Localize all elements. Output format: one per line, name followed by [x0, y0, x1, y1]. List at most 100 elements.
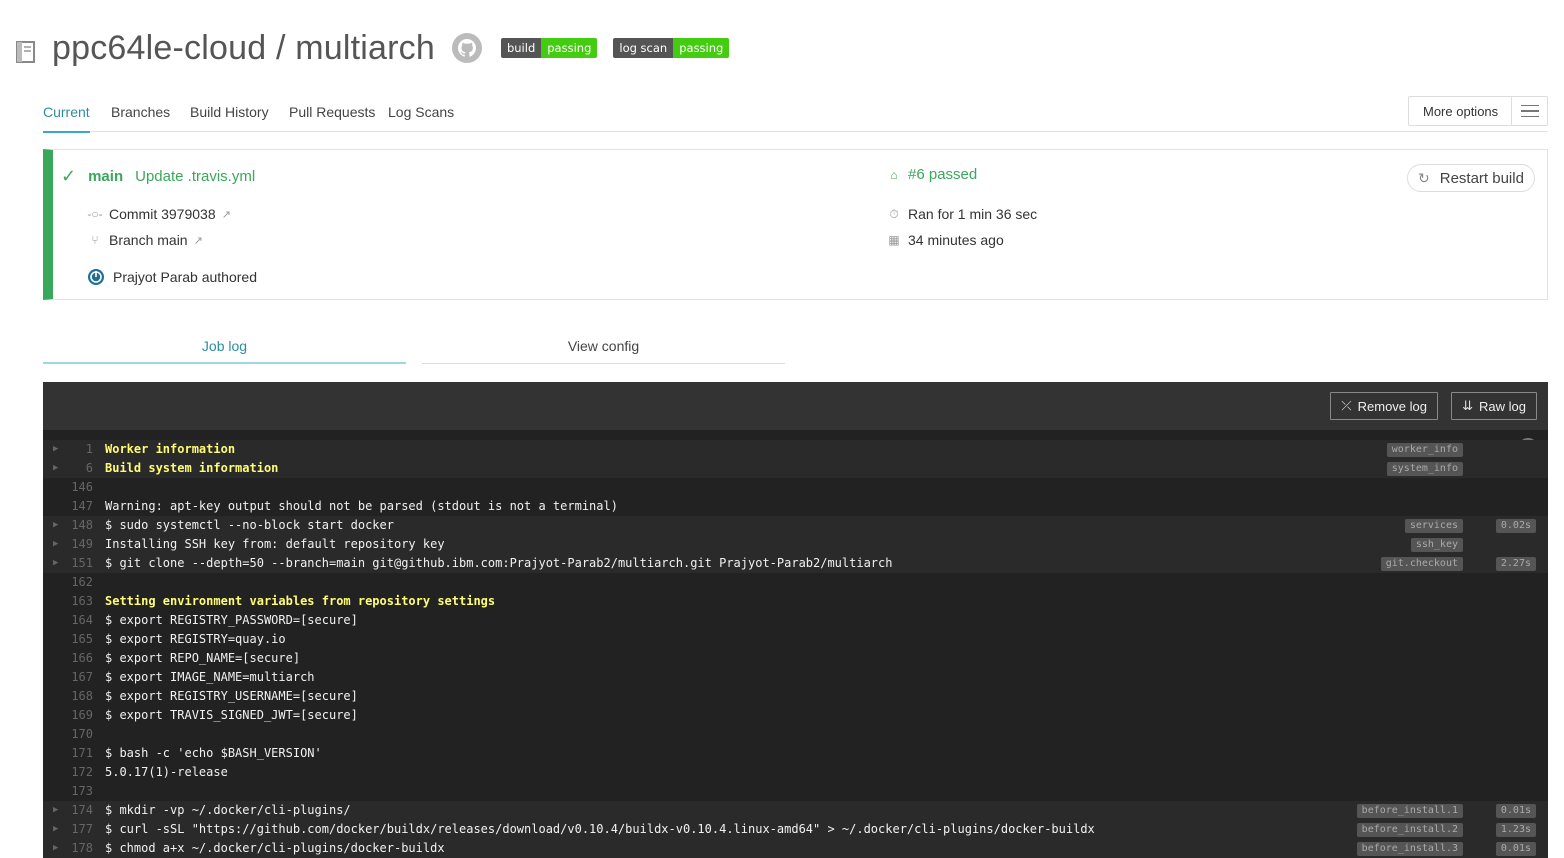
- branch-icon: ⑂: [91, 233, 99, 247]
- line-text: Build system information: [105, 461, 279, 475]
- raw-log-button[interactable]: ⇊ Raw log: [1451, 392, 1537, 420]
- line-number[interactable]: 172: [65, 763, 93, 782]
- more-options-button[interactable]: More options: [1408, 96, 1548, 126]
- line-number[interactable]: 146: [65, 478, 93, 497]
- log-line[interactable]: ▶ 178 $ chmod a+x ~/.docker/cli-plugins/do…: [43, 839, 1548, 858]
- log-line[interactable]: ▶ 177 $ curl -sSL "https://github.com/dock…: [43, 820, 1548, 839]
- build-duration: Ran for 1 min 36 sec: [908, 206, 1038, 222]
- line-number[interactable]: 148: [65, 516, 93, 535]
- log-line: 168 $ export REGISTRY_USERNAME=[secure]: [43, 687, 1548, 706]
- line-text: Warning: apt-key output should not be pa…: [105, 499, 618, 513]
- line-text: $ export TRAVIS_SIGNED_JWT=[secure]: [105, 708, 358, 722]
- line-text: $ sudo systemctl --no-block start docker: [105, 518, 394, 532]
- stopwatch-icon: ⏱: [889, 206, 899, 221]
- remove-log-button[interactable]: ⤫ Remove log: [1330, 392, 1438, 420]
- job-log: ⤫ Remove log ⇊ Raw log ▶ 1 Worker informat…: [43, 382, 1548, 858]
- log-line: 162: [43, 573, 1548, 592]
- log-line[interactable]: ▶ 6 Build system information system_info: [43, 459, 1548, 478]
- log-line: 172 5.0.17(1)-release: [43, 763, 1548, 782]
- badge-label: log scan: [613, 38, 674, 58]
- build-status-badge[interactable]: build passing: [500, 38, 598, 58]
- line-number[interactable]: 174: [65, 801, 93, 820]
- line-text: Worker information: [105, 442, 236, 456]
- line-text: $ export REGISTRY_PASSWORD=[secure]: [105, 613, 358, 627]
- line-number[interactable]: 165: [65, 630, 93, 649]
- fold-arrow-icon[interactable]: ▶: [53, 459, 58, 478]
- commit-message[interactable]: Update .travis.yml: [135, 168, 255, 185]
- fold-arrow-icon[interactable]: ▶: [53, 440, 58, 459]
- build-status-icon: ⌂: [890, 167, 898, 182]
- branch-name[interactable]: main: [88, 168, 123, 185]
- commit-link[interactable]: Commit 3979038: [109, 206, 216, 222]
- fold-arrow-icon[interactable]: ▶: [53, 801, 58, 820]
- tab-branches[interactable]: Branches: [111, 104, 170, 120]
- fold-duration: 0.01s: [1495, 842, 1536, 856]
- fold-tag: before_install.2: [1356, 823, 1463, 837]
- line-number[interactable]: 167: [65, 668, 93, 687]
- fold-arrow-icon[interactable]: ▶: [53, 554, 58, 573]
- line-number[interactable]: 6: [65, 459, 93, 478]
- fold-arrow-icon[interactable]: ▶: [53, 535, 58, 554]
- fold-arrow-icon[interactable]: ▶: [53, 820, 58, 839]
- fold-arrow-icon[interactable]: ▶: [53, 839, 58, 858]
- line-number[interactable]: 151: [65, 554, 93, 573]
- build-finished: 34 minutes ago: [908, 232, 1004, 248]
- line-number[interactable]: 164: [65, 611, 93, 630]
- fold-duration: 0.01s: [1495, 804, 1536, 818]
- log-line[interactable]: ▶ 174 $ mkdir -vp ~/.docker/cli-plugins/be…: [43, 801, 1548, 820]
- log-line[interactable]: ▶ 151 $ git clone --depth=50 --branch=main…: [43, 554, 1548, 573]
- line-number[interactable]: 173: [65, 782, 93, 801]
- fold-tag: services: [1404, 519, 1463, 533]
- tab-pull-requests[interactable]: Pull Requests: [289, 104, 375, 120]
- badge-label: build: [500, 38, 542, 58]
- line-number[interactable]: 147: [65, 497, 93, 516]
- remove-log-icon: ⤫: [1341, 398, 1352, 413]
- line-number[interactable]: 163: [65, 592, 93, 611]
- line-number[interactable]: 166: [65, 649, 93, 668]
- tab-log-scans[interactable]: Log Scans: [388, 104, 454, 120]
- line-number[interactable]: 168: [65, 687, 93, 706]
- tab-view-config[interactable]: View config: [422, 330, 785, 364]
- log-scan-badge[interactable]: log scan passing: [613, 38, 730, 58]
- log-toolbar: ⤫ Remove log ⇊ Raw log: [43, 382, 1548, 430]
- avatar: [88, 269, 104, 285]
- log-line[interactable]: ▶ 148 $ sudo systemctl --no-block start do…: [43, 516, 1548, 535]
- repo-title: ppc64le-cloud / multiarch: [52, 28, 435, 67]
- line-text: 5.0.17(1)-release: [105, 765, 228, 779]
- build-number-status[interactable]: #6 passed: [908, 166, 977, 183]
- log-line[interactable]: ▶ 1 Worker information worker_info: [43, 440, 1548, 459]
- line-text: $ mkdir -vp ~/.docker/cli-plugins/: [105, 803, 351, 817]
- fold-tag: worker_info: [1386, 443, 1463, 457]
- more-options-label: More options: [1423, 103, 1499, 119]
- fold-tag: system_info: [1386, 462, 1463, 476]
- github-icon[interactable]: [451, 32, 483, 64]
- tab-current[interactable]: Current: [43, 104, 90, 133]
- line-number[interactable]: 171: [65, 744, 93, 763]
- check-icon: ✓: [61, 166, 77, 186]
- line-number[interactable]: 177: [65, 820, 93, 839]
- line-number[interactable]: 1: [65, 440, 93, 459]
- line-number[interactable]: 170: [65, 725, 93, 744]
- log-line: 163 Setting environment variables from re…: [43, 592, 1548, 611]
- remove-log-label: Remove log: [1357, 398, 1427, 414]
- calendar-icon: ▦: [888, 233, 900, 247]
- fold-tag: git.checkout: [1380, 557, 1463, 571]
- branch-link[interactable]: Branch main: [109, 232, 188, 248]
- line-number[interactable]: 162: [65, 573, 93, 592]
- line-number[interactable]: 169: [65, 706, 93, 725]
- log-line[interactable]: ▶ 149 Installing SSH key from: default rep…: [43, 535, 1548, 554]
- fold-arrow-icon[interactable]: ▶: [53, 516, 58, 535]
- line-text: $ bash -c 'echo $BASH_VERSION': [105, 746, 322, 760]
- line-number[interactable]: 149: [65, 535, 93, 554]
- log-line: 169 $ export TRAVIS_SIGNED_JWT=[secure]: [43, 706, 1548, 725]
- restart-build-button[interactable]: ↻ Restart build: [1407, 164, 1535, 192]
- tab-job-log[interactable]: Job log: [43, 330, 406, 364]
- line-text: $ chmod a+x ~/.docker/cli-plugins/docker…: [105, 841, 445, 855]
- author-name: Prajyot Parab authored: [113, 269, 257, 285]
- repo-tabs: Current Branches Build History Pull Requ…: [43, 94, 1548, 133]
- line-text: $ curl -sSL "https://github.com/docker/b…: [105, 822, 1095, 836]
- line-number[interactable]: 178: [65, 839, 93, 858]
- line-text: $ export REGISTRY=quay.io: [105, 632, 286, 646]
- tab-build-history[interactable]: Build History: [190, 104, 269, 120]
- fold-tag: before_install.1: [1356, 804, 1463, 818]
